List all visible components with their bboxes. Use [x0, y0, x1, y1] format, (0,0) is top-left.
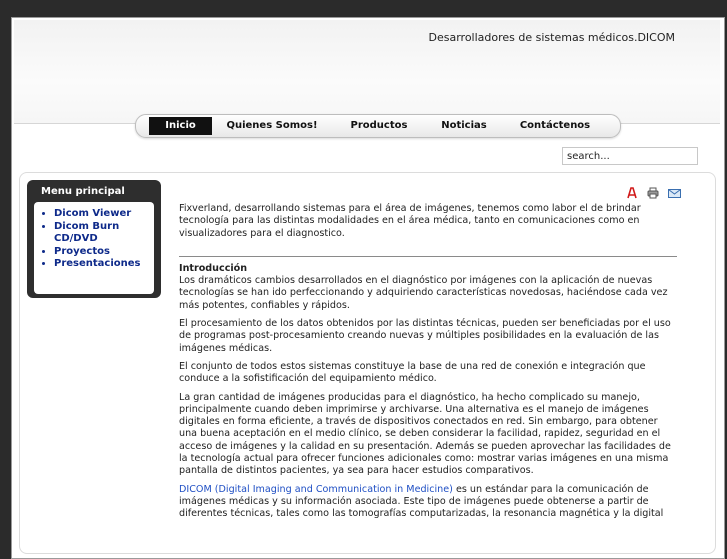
article-paragraph: La gran cantidad de imágenes producidas …	[179, 391, 671, 477]
nav-item-noticias[interactable]: Noticias	[434, 117, 494, 135]
pdf-icon[interactable]	[626, 184, 638, 199]
nav-item-inicio[interactable]: Inicio	[149, 117, 212, 135]
main-menu-list: Dicom Viewer Dicom Burn CD/DVD Proyectos…	[34, 208, 154, 271]
article-divider	[179, 255, 677, 257]
article-paragraph-dicom: DICOM (Digital Imaging and Communication…	[179, 484, 677, 521]
article-tools	[626, 184, 684, 199]
article-paragraph: Los dramáticos cambios desarrollados en …	[179, 275, 668, 311]
article-paragraph: El procesamiento de los datos obtenidos …	[179, 318, 671, 354]
article-intro: Fixverland, desarrollando sistemas para …	[179, 203, 641, 239]
article: Fixverland, desarrollando sistemas para …	[179, 203, 677, 527]
menu-item-proyectos[interactable]: Proyectos	[54, 246, 154, 259]
email-icon[interactable]	[668, 184, 682, 198]
search-input[interactable]	[562, 147, 698, 165]
article-paragraph: El conjunto de todos estos sistemas cons…	[179, 360, 646, 385]
main-menu-list-container: Dicom Viewer Dicom Burn CD/DVD Proyectos…	[34, 202, 154, 294]
menu-item-dicom-viewer[interactable]: Dicom Viewer	[54, 208, 154, 221]
dicom-link[interactable]: DICOM (Digital Imaging and Communication…	[179, 484, 453, 495]
main-menu-title: Menu principal	[41, 186, 125, 197]
menu-item-presentaciones[interactable]: Presentaciones	[54, 258, 154, 271]
nav-item-productos[interactable]: Productos	[342, 117, 416, 135]
main-nav: Inicio Quienes Somos! Productos Noticias…	[135, 114, 621, 138]
menu-item-dicom-burn[interactable]: Dicom Burn CD/DVD	[54, 221, 154, 246]
nav-item-contactenos[interactable]: Contáctenos	[512, 117, 598, 135]
article-heading: Introducción	[179, 262, 248, 274]
print-icon[interactable]	[647, 184, 659, 199]
main-menu: Menu principal Dicom Viewer Dicom Burn C…	[27, 180, 161, 298]
site-tagline: Desarrolladores de sistemas médicos.DICO…	[428, 31, 676, 44]
nav-item-quienes-somos[interactable]: Quienes Somos!	[222, 117, 322, 135]
